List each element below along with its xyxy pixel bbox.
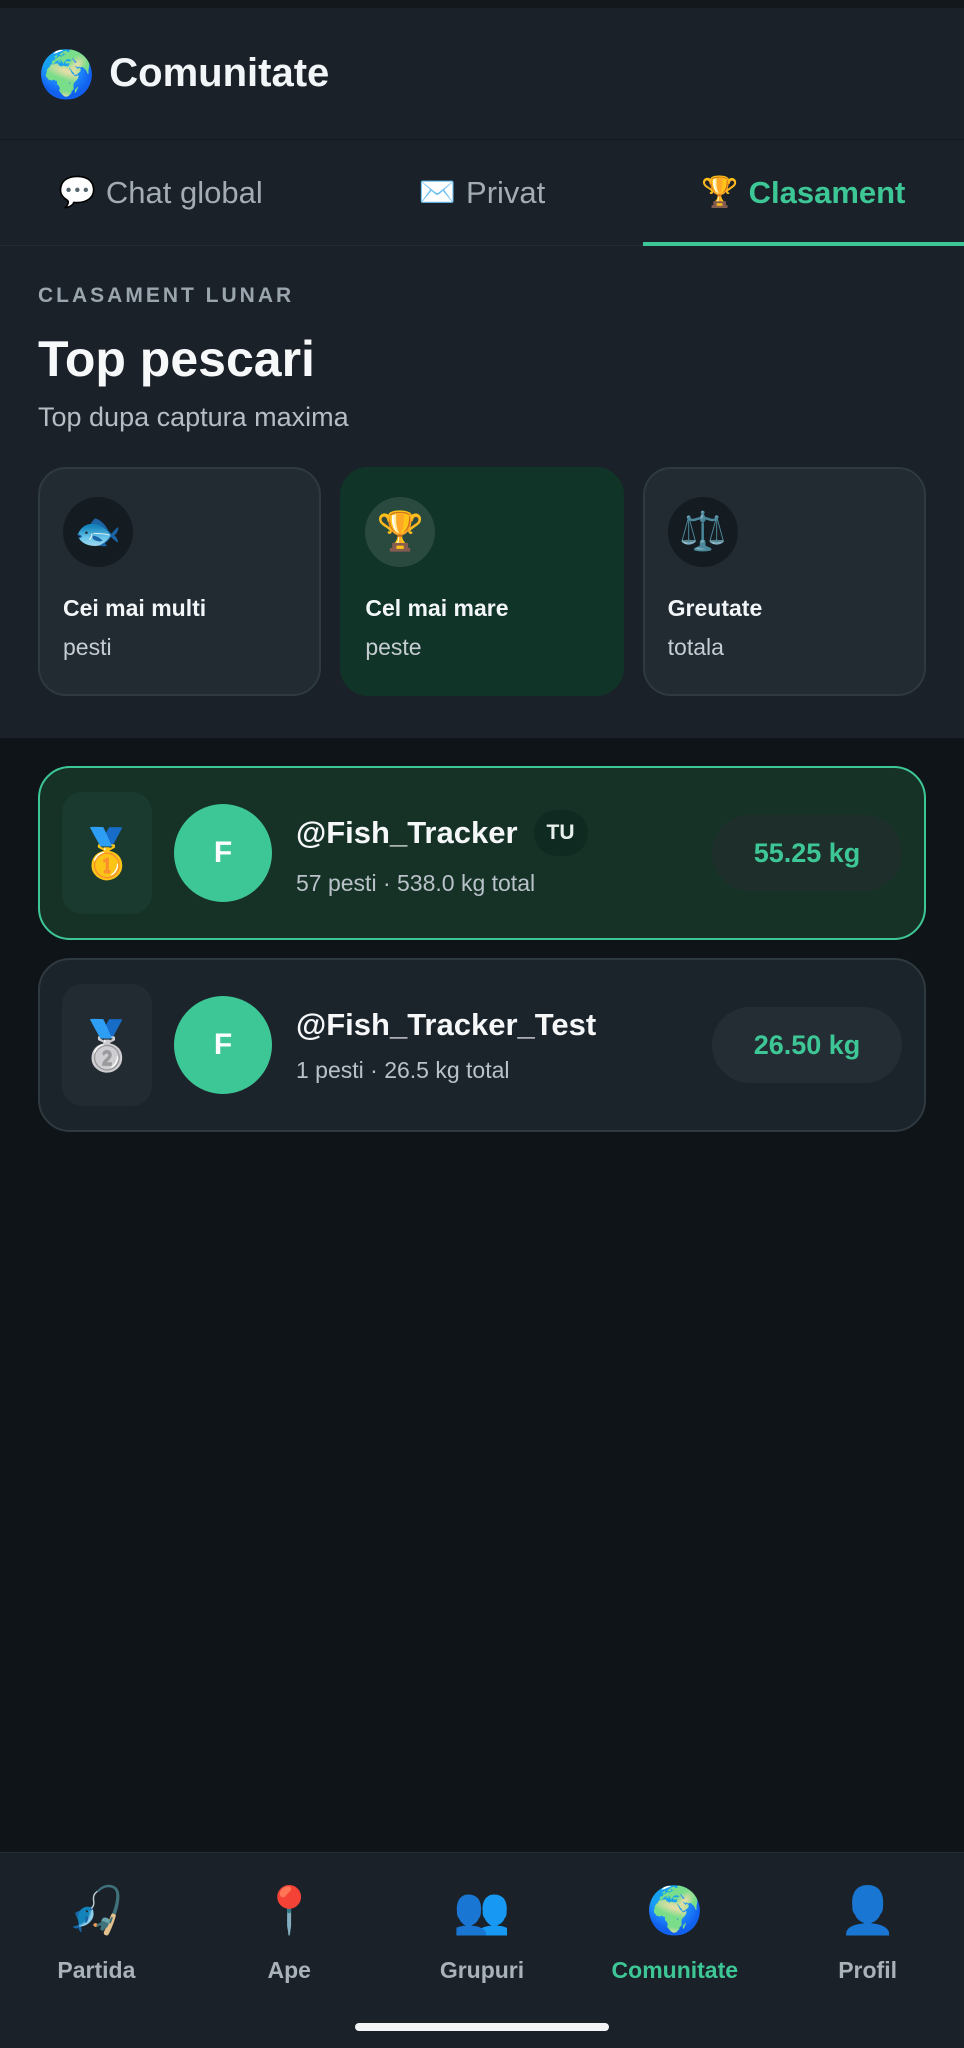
page-title: Comunitate xyxy=(109,51,330,95)
leaderboard-list: 🥇 F @Fish_Tracker TU 57 pesti · 538.0 kg… xyxy=(0,738,964,1132)
score-pill: 55.25 kg xyxy=(712,815,902,891)
envelope-icon: ✉️ xyxy=(418,176,457,209)
user-stats: 57 pesti · 538.0 kg total xyxy=(296,869,536,896)
filter-sublabel: pesti xyxy=(63,634,112,660)
filter-most-fish[interactable]: 🐟 Cei mai multi pesti xyxy=(38,467,322,696)
tab-privat[interactable]: ✉️ Privat xyxy=(321,140,642,245)
scale-icon: ⚖️ xyxy=(667,497,738,567)
filter-sublabel: peste xyxy=(365,634,422,660)
avatar: F xyxy=(174,996,272,1094)
tab-chat-global[interactable]: 💬 Chat global xyxy=(0,140,321,245)
fishing-rod-icon: 🎣 xyxy=(67,1884,126,1936)
score-pill: 26.50 kg xyxy=(712,1007,902,1083)
leaderboard-row[interactable]: 🥇 F @Fish_Tracker TU 57 pesti · 538.0 kg… xyxy=(38,766,926,940)
nav-label: Partida xyxy=(57,1957,136,1983)
tab-label: Clasament xyxy=(748,174,906,210)
gold-medal-icon: 🥇 xyxy=(62,792,152,914)
nav-label: Comunitate xyxy=(611,1957,739,1983)
silver-medal-icon: 🥈 xyxy=(62,984,152,1106)
tab-clasament[interactable]: 🏆 Clasament xyxy=(642,140,964,246)
tab-label: Chat global xyxy=(105,174,263,210)
tab-label: Privat xyxy=(466,174,546,210)
username: @Fish_Tracker_Test xyxy=(296,1006,597,1042)
nav-label: Profil xyxy=(838,1957,897,1983)
user-icon: 👤 xyxy=(838,1884,897,1936)
you-badge: TU xyxy=(533,809,588,856)
trophy-icon: 🏆 xyxy=(365,497,436,567)
home-indicator[interactable] xyxy=(355,2023,609,2031)
globe-icon: 🌍 xyxy=(646,1884,704,1936)
globe-icon: 🌍 xyxy=(38,47,96,100)
users-icon: 👥 xyxy=(453,1884,511,1936)
filter-label: Cel mai mare xyxy=(365,595,509,621)
user-info: @Fish_Tracker TU 57 pesti · 538.0 kg tot… xyxy=(296,809,712,897)
app-screen: 🌍 Comunitate 💬 Chat global ✉️ Privat 🏆 C… xyxy=(0,0,964,2048)
section-title: Top pescari xyxy=(38,331,315,387)
user-stats: 1 pesti · 26.5 kg total xyxy=(296,1056,510,1083)
speech-bubble-icon: 💬 xyxy=(58,176,96,209)
tab-bar: 💬 Chat global ✉️ Privat 🏆 Clasament xyxy=(0,140,964,246)
filter-label: Cei mai multi xyxy=(63,595,207,621)
section-subtitle: Top dupa captura maxima xyxy=(38,402,349,432)
trophy-icon: 🏆 xyxy=(701,176,739,209)
filter-total-weight[interactable]: ⚖️ Greutate totala xyxy=(642,467,926,696)
filter-biggest-fish[interactable]: 🏆 Cel mai mare peste xyxy=(340,467,624,696)
filter-label: Greutate xyxy=(667,595,763,621)
filter-sublabel: totala xyxy=(667,634,724,660)
username: @Fish_Tracker xyxy=(296,814,518,850)
nav-label: Grupuri xyxy=(439,1957,525,1983)
section-eyebrow: CLASAMENT LUNAR xyxy=(38,284,295,307)
status-bar xyxy=(0,0,964,8)
nav-profil[interactable]: 👤 Profil xyxy=(771,1887,964,2048)
app-header: 🌍 Comunitate xyxy=(0,8,964,140)
filter-cards: 🐟 Cei mai multi pesti 🏆 Cel mai mare pes… xyxy=(38,467,926,696)
nav-label: Ape xyxy=(267,1957,311,1983)
avatar: F xyxy=(174,804,272,902)
map-pin-icon: 📍 xyxy=(260,1884,318,1936)
fish-icon: 🐟 xyxy=(63,497,133,567)
bottom-navigation: 🎣 Partida 📍 Ape 👥 Grupuri 🌍 Comunitate 👤… xyxy=(0,1852,964,2048)
leaderboard-row[interactable]: 🥈 F @Fish_Tracker_Test 1 pesti · 26.5 kg… xyxy=(38,958,926,1132)
user-info: @Fish_Tracker_Test 1 pesti · 26.5 kg tot… xyxy=(296,1007,712,1084)
leaderboard-header: CLASAMENT LUNAR Top pescari Top dupa cap… xyxy=(0,246,964,738)
nav-partida[interactable]: 🎣 Partida xyxy=(0,1887,193,2048)
